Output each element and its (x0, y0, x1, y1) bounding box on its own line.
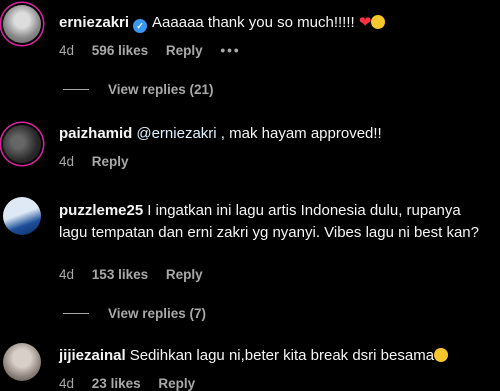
likes-count[interactable]: 23 likes (92, 376, 141, 391)
avatar[interactable] (3, 125, 41, 163)
username[interactable]: puzzleme25 (59, 202, 143, 219)
divider-line (63, 89, 89, 90)
comment-text: , mak hayam approved!! (220, 125, 382, 142)
comment-age: 4d (59, 154, 75, 169)
avatar[interactable] (3, 5, 41, 43)
username[interactable]: erniezakri (59, 14, 129, 31)
divider-line (63, 313, 89, 314)
comment-age: 4d (59, 267, 75, 282)
reply-button[interactable]: Reply (158, 376, 195, 391)
comment-meta: 4d 153 likes Reply (59, 267, 217, 282)
pleading-face-emoji (371, 15, 386, 29)
comment-body: erniezakri ✓ Aaaaaa thank you so much!!!!!… (59, 12, 490, 34)
comment-age: 4d (59, 376, 75, 391)
likes-count[interactable]: 596 likes (92, 43, 148, 58)
red-heart-emoji: ❤ (358, 14, 372, 31)
view-replies-button[interactable]: View replies (21) (63, 82, 214, 97)
view-replies-label: View replies (7) (108, 306, 207, 321)
comment-meta: 4d 596 likes Reply ••• (59, 43, 255, 58)
reply-button[interactable]: Reply (166, 267, 203, 282)
mention-link[interactable]: @erniezakri (136, 125, 216, 142)
avatar[interactable] (3, 343, 41, 381)
likes-count[interactable]: 153 likes (92, 267, 148, 282)
comment-body: paizhamid @erniezakri , mak hayam approve… (59, 123, 490, 145)
verified-badge-icon: ✓ (133, 19, 148, 33)
comment-meta: 4d 23 likes Reply (59, 376, 209, 391)
reply-button[interactable]: Reply (166, 43, 203, 58)
reply-button[interactable]: Reply (92, 154, 129, 169)
more-options-icon[interactable]: ••• (220, 43, 240, 58)
view-replies-button[interactable]: View replies (7) (63, 306, 206, 321)
comment-body: puzzleme25 I ingatkan ini lagu artis Indo… (59, 200, 488, 244)
avatar[interactable] (3, 197, 41, 235)
view-replies-label: View replies (21) (108, 82, 214, 97)
comment-meta: 4d Reply (59, 154, 143, 169)
username[interactable]: paizhamid (59, 125, 132, 142)
comment-text: Aaaaaa thank you so much!!!!! (152, 14, 355, 31)
comment-text: Sedihkan lagu ni,beter kita break dsri b… (129, 347, 435, 364)
comment-body: jijiezainal Sedihkan lagu ni,beter kita b… (59, 345, 490, 367)
username[interactable]: jijiezainal (59, 347, 126, 364)
pleading-face-emoji (434, 348, 449, 362)
comment-age: 4d (59, 43, 75, 58)
